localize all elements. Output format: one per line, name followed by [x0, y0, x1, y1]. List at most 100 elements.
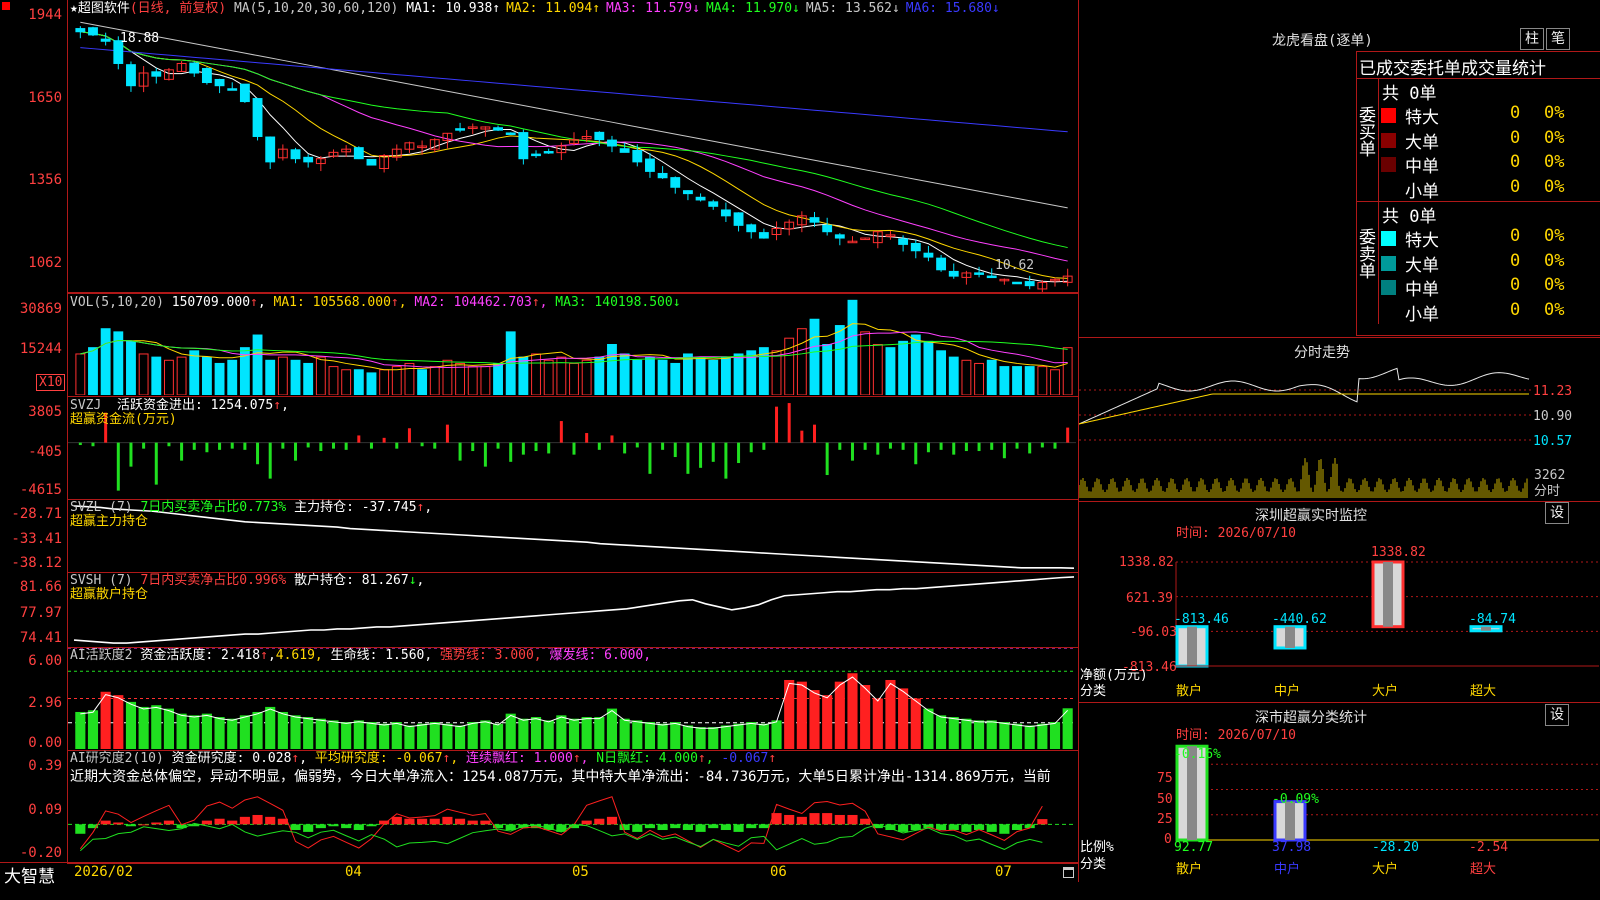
ai-research-bar: [746, 824, 757, 829]
candle-body: [645, 158, 655, 172]
volume-bar: [682, 353, 693, 395]
ai-research-bar: [708, 824, 719, 829]
volume-bar: [379, 369, 390, 395]
sz-classify-cat-label: 分类: [1080, 857, 1107, 872]
ai-research-bar: [480, 820, 491, 825]
ai-research-bar: [214, 818, 225, 825]
ai-active-bar: [455, 725, 466, 749]
sz-monitor-category: 散户: [1176, 684, 1203, 699]
ai-active-bar: [986, 720, 997, 749]
ai-research-bar: [695, 824, 706, 832]
ai-active-bar: [530, 717, 542, 749]
sz-monitor-y-label: -96.03: [1130, 625, 1177, 640]
ai-research-bar: [404, 818, 415, 825]
tick-view-button[interactable]: 笔: [1546, 28, 1570, 50]
volume-bar: [265, 359, 276, 395]
svzj-bar: [445, 424, 449, 443]
candle-body: [708, 201, 719, 207]
order-size-label: 小单: [1405, 181, 1439, 202]
ai-active-chart-svg[interactable]: [68, 648, 1076, 749]
ai-research-bar: [847, 814, 858, 825]
candle-body: [695, 196, 706, 201]
svzj-bar: [243, 442, 247, 450]
volume-bar: [176, 356, 187, 395]
svzj-y-label: 3805: [28, 404, 62, 420]
sz-classify-bottom-value: 92.77: [1174, 840, 1214, 855]
volume-bar: [645, 356, 655, 395]
ai-commentary: 近期大资金总体偏空，异动不明显，偏弱势，今日大单净流入：1254.087万元，其…: [70, 769, 1051, 785]
sz-monitor-value: -813.46: [1174, 612, 1229, 627]
ai-active-bar: [163, 708, 174, 749]
svzj-bar: [420, 442, 424, 447]
vol-unit-badge[interactable]: X10: [36, 374, 66, 391]
price-chart-svg[interactable]: [68, 0, 1076, 292]
candle-body: [657, 172, 668, 179]
sz-monitor-value: 1338.82: [1371, 545, 1426, 560]
ai-active-bar: [910, 698, 921, 749]
volume-bar: [353, 369, 364, 395]
ai-active-bar: [695, 727, 706, 749]
x-axis-label: 2026/02: [74, 864, 134, 880]
candle-body: [594, 131, 605, 141]
svzj-bar: [597, 442, 601, 450]
ai-research-bar: [303, 824, 314, 832]
volume-bar: [720, 356, 731, 395]
vol-value: 150709.000: [171, 295, 251, 310]
vol-ma2: MA2: 104462.703: [414, 295, 532, 310]
ai-active-bar: [239, 715, 250, 749]
svzj-bar: [724, 442, 728, 479]
ai-research-bar: [290, 824, 301, 831]
svzj-bar: [1002, 442, 1006, 459]
order-color-swatch: [1381, 255, 1396, 271]
volume-bar: [391, 366, 402, 395]
ai-research-bar: [606, 816, 618, 825]
classify-bar-shade: [1285, 801, 1295, 840]
svzj-bar: [661, 442, 665, 450]
svsh-y-label: 77.97: [19, 605, 62, 621]
svzj-bar: [142, 442, 146, 449]
candle-body: [809, 217, 820, 223]
intraday-chart-svg[interactable]: [1079, 360, 1600, 500]
vol-ma3: MA3: 140198.500: [555, 295, 673, 310]
volume-bar: [290, 359, 301, 395]
intraday-title: 分时走势: [1294, 345, 1350, 361]
sz-monitor-settings-button[interactable]: 设: [1545, 502, 1569, 524]
svzj-bar: [749, 442, 753, 453]
svzj-bar: [648, 442, 652, 474]
ai-research-bar: [594, 818, 605, 825]
candle-body: [974, 272, 984, 275]
ai-research-bar: [961, 824, 972, 832]
ai-active-header: AI活跃度2 资金活跃度: 2.418↑,4.619, 生命线: 1.560, …: [70, 648, 652, 663]
svzj-bar: [762, 442, 766, 450]
ai-active-bar: [720, 725, 731, 749]
sz-monitor-time: 时间: 2026/07/10: [1176, 526, 1296, 541]
svzj-bar: [876, 442, 880, 455]
sz-classify-top-value: -0.09%: [1272, 792, 1319, 807]
candle-body: [505, 132, 516, 135]
monitor-bar-shade: [1187, 626, 1197, 666]
volume-bar: [834, 325, 845, 395]
svzj-bar: [1066, 427, 1070, 443]
bar-view-button[interactable]: 柱: [1520, 28, 1544, 50]
ai-active-bar: [923, 708, 934, 749]
order-count: 0: [1510, 299, 1521, 320]
volume-bar: [138, 353, 149, 395]
sell-total: 共 0单: [1382, 207, 1437, 227]
candle-body: [720, 209, 731, 217]
svzj-bar: [585, 433, 589, 443]
lock-icon[interactable]: [1063, 867, 1074, 878]
sz-classify-settings-button[interactable]: 设: [1545, 704, 1569, 726]
order-count: 0: [1510, 250, 1521, 271]
volume-bar: [328, 366, 339, 395]
order-percent: 0%: [1544, 103, 1565, 123]
ai-active-bar: [1037, 723, 1048, 749]
ai-active-bar: [518, 718, 529, 749]
svzj-bar: [547, 442, 551, 454]
dragon-tiger-title: 龙虎看盘(逐单): [1272, 33, 1373, 49]
volume-bar: [88, 347, 98, 395]
volume-bar: [885, 347, 896, 395]
order-percent: 0%: [1544, 250, 1565, 271]
svzj-bar: [559, 421, 563, 443]
volume-bar: [670, 362, 681, 395]
volume-bar: [214, 362, 225, 395]
